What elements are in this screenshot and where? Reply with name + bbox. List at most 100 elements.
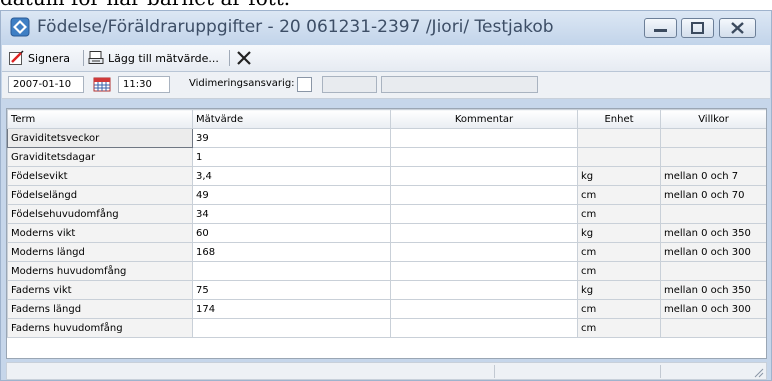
calendar-icon	[93, 77, 111, 92]
condition-cell: mellan 0 och 350	[660, 223, 766, 243]
unit-cell: cm	[577, 318, 661, 338]
sign-label: Signera	[28, 51, 71, 65]
condition-cell: mellan 0 och 350	[660, 280, 766, 300]
column-header-unit[interactable]: Enhet	[577, 109, 661, 129]
table-row[interactable]: Födelsevikt 3,4 kg mellan 0 och 7	[7, 166, 766, 186]
unit-cell: cm	[577, 242, 661, 262]
table-row[interactable]: Graviditetsveckor 39	[7, 128, 766, 148]
value-cell[interactable]: 168	[192, 242, 391, 262]
term-cell[interactable]: Födelsevikt	[7, 166, 193, 186]
close-button[interactable]	[719, 18, 756, 38]
condition-cell: mellan 0 och 300	[660, 299, 766, 319]
term-cell[interactable]: Faderns huvudomfång	[7, 318, 193, 338]
comment-cell[interactable]	[390, 147, 578, 167]
toolbar-separator	[229, 50, 230, 66]
add-value-button[interactable]: Lägg till mätvärde...	[88, 49, 219, 67]
table-row[interactable]: Faderns längd 174 cm mellan 0 och 300	[7, 299, 766, 319]
comment-cell[interactable]	[390, 280, 578, 300]
condition-cell: mellan 0 och 70	[660, 185, 766, 205]
window-title: Födelse/Föräldraruppgifter - 20 061231-2…	[37, 17, 554, 37]
maximize-button[interactable]	[681, 18, 714, 38]
comment-cell[interactable]	[390, 166, 578, 186]
value-cell[interactable]	[192, 318, 391, 338]
comment-cell[interactable]	[390, 223, 578, 243]
table-row[interactable]: Födelselängd 49 cm mellan 0 och 70	[7, 185, 766, 205]
column-header-condition[interactable]: Villkor	[660, 109, 766, 129]
condition-cell: mellan 0 och 300	[660, 242, 766, 262]
dialog-window: Födelse/Föräldraruppgifter - 20 061231-2…	[0, 10, 772, 381]
title-bar[interactable]: Födelse/Föräldraruppgifter - 20 061231-2…	[1, 11, 771, 45]
delete-x-icon	[237, 51, 251, 65]
value-cell[interactable]: 34	[192, 204, 391, 224]
unit-cell: cm	[577, 185, 661, 205]
maximize-icon	[691, 22, 704, 34]
column-header-value[interactable]: Mätvärde	[192, 109, 391, 129]
unit-cell: cm	[577, 299, 661, 319]
term-cell[interactable]: Graviditetsdagar	[7, 147, 193, 167]
status-bar	[6, 362, 767, 380]
app-icon	[10, 17, 30, 37]
table-row[interactable]: Moderns huvudomfång cm	[7, 261, 766, 281]
term-cell[interactable]: Graviditetsveckor	[7, 128, 193, 148]
comment-cell[interactable]	[390, 318, 578, 338]
vidimering-checkbox[interactable]	[297, 77, 312, 92]
minimize-button[interactable]	[644, 18, 677, 38]
status-separator	[494, 365, 495, 378]
term-cell[interactable]: Moderns längd	[7, 242, 193, 262]
toolbar-separator	[83, 50, 84, 66]
condition-cell	[660, 261, 766, 281]
term-cell[interactable]: Moderns huvudomfång	[7, 261, 193, 281]
unit-cell	[577, 147, 661, 167]
vidimering-field[interactable]	[322, 76, 377, 93]
table-row[interactable]: Födelsehuvudomfång 34 cm	[7, 204, 766, 224]
condition-cell	[660, 147, 766, 167]
comment-cell[interactable]	[390, 242, 578, 262]
calendar-button[interactable]	[93, 77, 111, 96]
term-cell[interactable]: Födelsehuvudomfång	[7, 204, 193, 224]
comment-cell[interactable]	[390, 185, 578, 205]
table-header-row: Term Mätvärde Kommentar Enhet Villkor	[7, 109, 766, 129]
sign-icon	[9, 50, 24, 65]
sign-button[interactable]: Signera	[8, 49, 70, 67]
table-row[interactable]: Moderns vikt 60 kg mellan 0 och 350	[7, 223, 766, 243]
comment-cell[interactable]	[390, 261, 578, 281]
resize-grip-icon[interactable]	[752, 366, 764, 378]
comment-cell[interactable]	[390, 299, 578, 319]
value-cell[interactable]: 3,4	[192, 166, 391, 186]
value-cell[interactable]: 174	[192, 299, 391, 319]
condition-cell: mellan 0 och 7	[660, 166, 766, 186]
table-row[interactable]: Graviditetsdagar 1	[7, 147, 766, 167]
term-cell[interactable]: Faderns vikt	[7, 280, 193, 300]
table-row[interactable]: Faderns vikt 75 kg mellan 0 och 350	[7, 280, 766, 300]
condition-cell	[660, 204, 766, 224]
table-row[interactable]: Moderns längd 168 cm mellan 0 och 300	[7, 242, 766, 262]
status-separator	[660, 365, 661, 378]
add-value-icon	[88, 51, 104, 64]
value-cell[interactable]	[192, 261, 391, 281]
value-cell[interactable]: 1	[192, 147, 391, 167]
unit-cell: kg	[577, 280, 661, 300]
delete-button[interactable]	[236, 49, 252, 67]
vidimering-name-field[interactable]	[381, 76, 538, 93]
term-cell[interactable]: Faderns längd	[7, 299, 193, 319]
value-cell[interactable]: 49	[192, 185, 391, 205]
background-text: datum för när barnet är fött.	[0, 0, 290, 10]
unit-cell: kg	[577, 166, 661, 186]
date-field[interactable]: 2007-01-10	[8, 76, 84, 93]
term-cell[interactable]: Födelselängd	[7, 185, 193, 205]
condition-cell	[660, 128, 766, 148]
term-cell[interactable]: Moderns vikt	[7, 223, 193, 243]
comment-cell[interactable]	[390, 204, 578, 224]
column-header-term[interactable]: Term	[7, 109, 193, 129]
value-cell[interactable]: 75	[192, 280, 391, 300]
time-field[interactable]: 11:30	[118, 76, 170, 93]
vidimering-label: Vidimeringsansvarig:	[189, 78, 295, 89]
value-cell[interactable]: 39	[192, 128, 391, 148]
unit-cell: kg	[577, 223, 661, 243]
column-header-comment[interactable]: Kommentar	[390, 109, 578, 129]
table-row[interactable]: Faderns huvudomfång cm	[7, 318, 766, 338]
unit-cell: cm	[577, 261, 661, 281]
comment-cell[interactable]	[390, 128, 578, 148]
value-cell[interactable]: 60	[192, 223, 391, 243]
condition-cell	[660, 318, 766, 338]
